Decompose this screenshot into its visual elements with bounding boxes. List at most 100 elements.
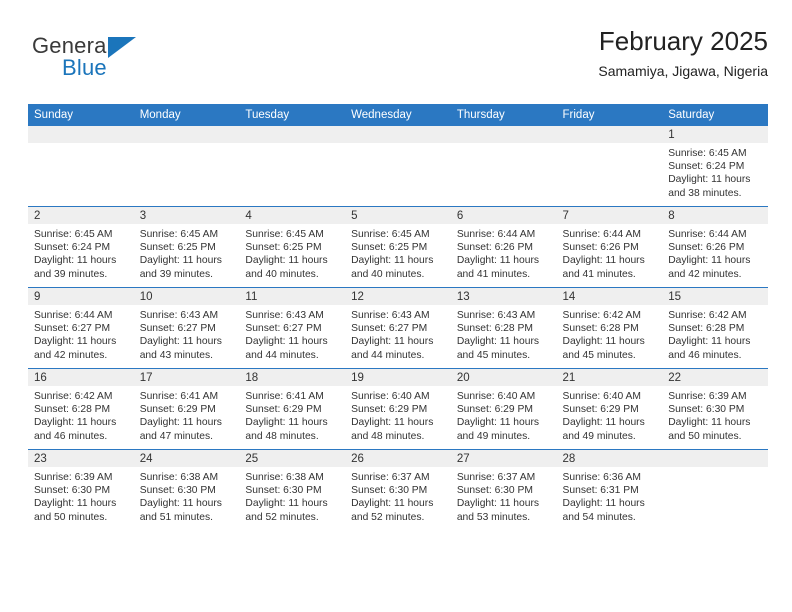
sunset-text: Sunset: 6:26 PM xyxy=(562,242,639,254)
day-cell[interactable]: 16 Sunrise: 6:42 AM Sunset: 6:28 PM Dayligh… xyxy=(28,368,134,450)
day-number: 5 xyxy=(345,207,451,224)
sunset-text: Sunset: 6:24 PM xyxy=(668,161,745,173)
day-details: Sunrise: 6:43 AM Sunset: 6:27 PM Daylight:… xyxy=(239,305,345,362)
sunset-text: Sunset: 6:29 PM xyxy=(139,404,216,416)
day-details: Sunrise: 6:37 AM Sunset: 6:30 PM Daylight:… xyxy=(451,467,557,524)
location-subtitle: Samamiya, Jigawa, Nigeria xyxy=(598,63,768,79)
sunrise-text: Sunrise: 6:45 AM xyxy=(245,229,324,240)
sunset-text: Sunset: 6:30 PM xyxy=(139,485,216,497)
daylight-text: Daylight: 11 hours and 52 minutes. xyxy=(245,498,328,523)
sunrise-text: Sunrise: 6:44 AM xyxy=(562,229,641,240)
day-cell[interactable]: 19 Sunrise: 6:40 AM Sunset: 6:29 PM Dayligh… xyxy=(345,368,451,450)
sunset-text: Sunset: 6:28 PM xyxy=(456,323,533,335)
daylight-text: Daylight: 11 hours and 52 minutes. xyxy=(351,498,434,523)
day-cell[interactable]: 17 Sunrise: 6:41 AM Sunset: 6:29 PM Dayligh… xyxy=(133,368,240,450)
weekday-header-row: Sunday Monday Tuesday Wednesday Thursday… xyxy=(28,104,768,126)
day-cell[interactable]: 10 Sunrise: 6:43 AM Sunset: 6:27 PM Dayligh… xyxy=(133,287,240,369)
day-details: Sunrise: 6:36 AM Sunset: 6:31 PM Daylight:… xyxy=(557,467,663,524)
day-details: Sunrise: 6:45 AM Sunset: 6:24 PM Daylight:… xyxy=(28,224,134,281)
sunset-text: Sunset: 6:27 PM xyxy=(34,323,111,335)
day-cell[interactable]: 13 Sunrise: 6:43 AM Sunset: 6:28 PM Dayligh… xyxy=(450,287,557,369)
day-cell[interactable]: 12 Sunrise: 6:43 AM Sunset: 6:27 PM Dayligh… xyxy=(345,287,451,369)
day-cell[interactable]: 18 Sunrise: 6:41 AM Sunset: 6:29 PM Dayligh… xyxy=(239,368,346,450)
day-number: 13 xyxy=(450,288,557,305)
day-cell[interactable]: 15 Sunrise: 6:42 AM Sunset: 6:28 PM Dayligh… xyxy=(662,287,768,369)
daylight-text: Daylight: 11 hours and 50 minutes. xyxy=(668,417,751,442)
weekday-header-friday: Friday xyxy=(556,104,663,126)
daylight-text: Daylight: 11 hours and 39 minutes. xyxy=(34,255,117,280)
sunrise-text: Sunrise: 6:41 AM xyxy=(139,391,219,402)
calendar-body: 1 Sunrise: 6:45 AM Sunset: 6:24 PM Daylight… xyxy=(28,126,768,530)
sunset-text: Sunset: 6:27 PM xyxy=(351,323,428,335)
day-cell[interactable]: 26 Sunrise: 6:37 AM Sunset: 6:30 PM Dayligh… xyxy=(345,449,451,530)
day-details: Sunrise: 6:43 AM Sunset: 6:28 PM Daylight:… xyxy=(451,305,557,362)
sunrise-text: Sunrise: 6:43 AM xyxy=(139,310,219,321)
sunrise-text: Sunrise: 6:42 AM xyxy=(34,391,113,402)
sunset-text: Sunset: 6:24 PM xyxy=(34,242,111,254)
day-cell[interactable]: 20 Sunrise: 6:40 AM Sunset: 6:29 PM Dayligh… xyxy=(450,368,557,450)
sunset-text: Sunset: 6:30 PM xyxy=(34,485,111,497)
sunset-text: Sunset: 6:29 PM xyxy=(456,404,533,416)
day-number xyxy=(133,126,240,143)
day-number: 23 xyxy=(28,450,134,467)
day-cell[interactable]: 24 Sunrise: 6:38 AM Sunset: 6:30 PM Dayligh… xyxy=(133,449,240,530)
weekday-header-saturday: Saturday xyxy=(662,104,768,126)
day-cell[interactable]: 21 Sunrise: 6:40 AM Sunset: 6:29 PM Dayligh… xyxy=(556,368,663,450)
calendar-week-row: 9 Sunrise: 6:44 AM Sunset: 6:27 PM Daylight… xyxy=(28,287,768,369)
day-cell[interactable]: 8 Sunrise: 6:44 AM Sunset: 6:26 PM Daylight… xyxy=(662,206,768,288)
day-number xyxy=(28,126,134,143)
sunset-text: Sunset: 6:29 PM xyxy=(351,404,428,416)
sunrise-text: Sunrise: 6:37 AM xyxy=(456,472,536,483)
day-cell[interactable]: 3 Sunrise: 6:45 AM Sunset: 6:25 PM Daylight… xyxy=(133,206,240,288)
day-cell[interactable]: 7 Sunrise: 6:44 AM Sunset: 6:26 PM Daylight… xyxy=(556,206,663,288)
day-cell-empty xyxy=(450,126,557,207)
day-details: Sunrise: 6:40 AM Sunset: 6:29 PM Daylight:… xyxy=(345,386,451,443)
sunset-text: Sunset: 6:25 PM xyxy=(351,242,428,254)
day-number: 28 xyxy=(556,450,663,467)
sunrise-text: Sunrise: 6:44 AM xyxy=(456,229,536,240)
day-number xyxy=(662,450,768,467)
sunset-text: Sunset: 6:26 PM xyxy=(456,242,533,254)
day-cell[interactable]: 1 Sunrise: 6:45 AM Sunset: 6:24 PM Daylight… xyxy=(662,126,768,207)
day-cell[interactable]: 28 Sunrise: 6:36 AM Sunset: 6:31 PM Dayligh… xyxy=(556,449,663,530)
day-number: 8 xyxy=(662,207,768,224)
sunset-text: Sunset: 6:27 PM xyxy=(139,323,216,335)
day-cell-empty xyxy=(556,126,663,207)
page-header: General Blue February 2025 Samamiya, Jig… xyxy=(28,26,768,98)
day-cell[interactable]: 14 Sunrise: 6:42 AM Sunset: 6:28 PM Dayligh… xyxy=(556,287,663,369)
sunrise-text: Sunrise: 6:40 AM xyxy=(351,391,430,402)
calendar-week-row: 2 Sunrise: 6:45 AM Sunset: 6:24 PM Daylight… xyxy=(28,206,768,288)
day-cell[interactable]: 22 Sunrise: 6:39 AM Sunset: 6:30 PM Dayligh… xyxy=(662,368,768,450)
day-cell[interactable]: 9 Sunrise: 6:44 AM Sunset: 6:27 PM Daylight… xyxy=(28,287,134,369)
sunrise-text: Sunrise: 6:44 AM xyxy=(34,310,113,321)
day-cell[interactable]: 5 Sunrise: 6:45 AM Sunset: 6:25 PM Daylight… xyxy=(345,206,451,288)
sunrise-text: Sunrise: 6:36 AM xyxy=(562,472,641,483)
daylight-text: Daylight: 11 hours and 45 minutes. xyxy=(456,336,540,361)
sunrise-text: Sunrise: 6:42 AM xyxy=(668,310,747,321)
sunrise-text: Sunrise: 6:37 AM xyxy=(351,472,430,483)
day-cell[interactable]: 27 Sunrise: 6:37 AM Sunset: 6:30 PM Dayligh… xyxy=(450,449,557,530)
page-title: February 2025 xyxy=(598,26,768,56)
day-number xyxy=(239,126,346,143)
day-number: 9 xyxy=(28,288,134,305)
day-number: 19 xyxy=(345,369,451,386)
day-cell-empty xyxy=(345,126,451,207)
daylight-text: Daylight: 11 hours and 49 minutes. xyxy=(456,417,540,442)
daylight-text: Daylight: 11 hours and 48 minutes. xyxy=(351,417,434,442)
day-details: Sunrise: 6:42 AM Sunset: 6:28 PM Daylight:… xyxy=(557,305,663,362)
sunset-text: Sunset: 6:30 PM xyxy=(668,404,745,416)
day-cell[interactable]: 11 Sunrise: 6:43 AM Sunset: 6:27 PM Dayligh… xyxy=(239,287,346,369)
sunset-text: Sunset: 6:28 PM xyxy=(668,323,745,335)
day-number xyxy=(556,126,663,143)
day-number: 4 xyxy=(239,207,346,224)
day-cell[interactable]: 23 Sunrise: 6:39 AM Sunset: 6:30 PM Dayligh… xyxy=(28,449,134,530)
day-cell[interactable]: 2 Sunrise: 6:45 AM Sunset: 6:24 PM Daylight… xyxy=(28,206,134,288)
day-cell[interactable]: 6 Sunrise: 6:44 AM Sunset: 6:26 PM Daylight… xyxy=(450,206,557,288)
daylight-text: Daylight: 11 hours and 40 minutes. xyxy=(245,255,328,280)
title-block: February 2025 Samamiya, Jigawa, Nigeria xyxy=(598,26,768,80)
sunset-text: Sunset: 6:30 PM xyxy=(245,485,322,497)
day-number: 11 xyxy=(239,288,346,305)
day-cell[interactable]: 4 Sunrise: 6:45 AM Sunset: 6:25 PM Daylight… xyxy=(239,206,346,288)
day-details: Sunrise: 6:45 AM Sunset: 6:25 PM Daylight:… xyxy=(239,224,345,281)
day-cell[interactable]: 25 Sunrise: 6:38 AM Sunset: 6:30 PM Dayligh… xyxy=(239,449,346,530)
